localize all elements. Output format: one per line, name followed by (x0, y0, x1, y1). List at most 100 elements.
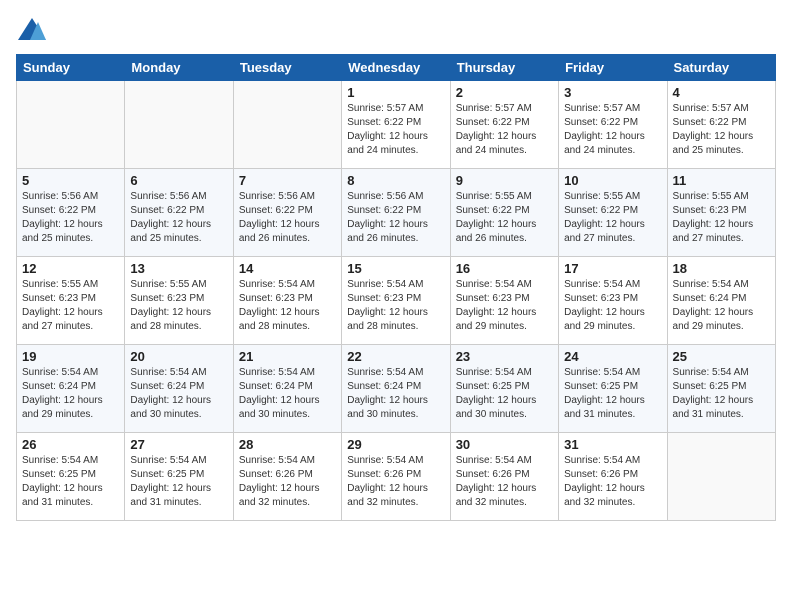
logo-icon (16, 16, 48, 44)
day-number: 10 (564, 173, 661, 188)
week-row-1: 5 Sunrise: 5:56 AM Sunset: 6:22 PM Daylig… (17, 169, 776, 257)
day-info: Sunrise: 5:54 AM Sunset: 6:25 PM Dayligh… (564, 366, 661, 422)
day-number: 25 (673, 349, 770, 364)
day-cell-10: 10 Sunrise: 5:55 AM Sunset: 6:22 PM Dayli… (559, 169, 667, 257)
day-info: Sunrise: 5:54 AM Sunset: 6:25 PM Dayligh… (22, 454, 119, 510)
weekday-header-thursday: Thursday (450, 55, 558, 81)
day-cell-12: 12Sunrise: 5:55 AM Sunset: 6:23 PM Dayli… (17, 257, 125, 345)
logo (16, 16, 52, 44)
day-number: 20 (130, 349, 227, 364)
day-number: 1 (347, 85, 444, 100)
day-number: 5 (22, 173, 119, 188)
day-cell-31: 31 Sunrise: 5:54 AM Sunset: 6:26 PM Dayli… (559, 433, 667, 521)
day-info: Sunrise: 5:54 AM Sunset: 6:23 PM Dayligh… (564, 278, 661, 334)
day-info: Sunrise: 5:54 AM Sunset: 6:23 PM Dayligh… (239, 278, 336, 334)
day-info: Sunrise: 5:54 AM Sunset: 6:25 PM Dayligh… (130, 454, 227, 510)
weekday-header-friday: Friday (559, 55, 667, 81)
day-cell-28: 28 Sunrise: 5:54 AM Sunset: 6:26 PM Dayli… (233, 433, 341, 521)
day-number: 30 (456, 437, 553, 452)
day-info: Sunrise: 5:56 AM Sunset: 6:22 PM Dayligh… (22, 190, 119, 246)
day-number: 27 (130, 437, 227, 452)
day-number: 13 (130, 261, 227, 276)
day-info: Sunrise: 5:54 AM Sunset: 6:25 PM Dayligh… (673, 366, 770, 422)
day-cell-24: 24Sunrise: 5:54 AM Sunset: 6:25 PM Dayli… (559, 345, 667, 433)
day-info: Sunrise: 5:54 AM Sunset: 6:24 PM Dayligh… (130, 366, 227, 422)
day-cell-16: 16 Sunrise: 5:54 AM Sunset: 6:23 PM Dayli… (450, 257, 558, 345)
empty-cell (233, 81, 341, 169)
empty-cell (17, 81, 125, 169)
day-info: Sunrise: 5:54 AM Sunset: 6:26 PM Dayligh… (564, 454, 661, 510)
day-number: 11 (673, 173, 770, 188)
week-row-4: 26 Sunrise: 5:54 AM Sunset: 6:25 PM Dayli… (17, 433, 776, 521)
day-number: 14 (239, 261, 336, 276)
day-cell-22: 22 Sunrise: 5:54 AM Sunset: 6:24 PM Dayli… (342, 345, 450, 433)
day-number: 6 (130, 173, 227, 188)
day-number: 18 (673, 261, 770, 276)
day-info: Sunrise: 5:54 AM Sunset: 6:24 PM Dayligh… (347, 366, 444, 422)
week-row-3: 19Sunrise: 5:54 AM Sunset: 6:24 PM Dayli… (17, 345, 776, 433)
day-info: Sunrise: 5:56 AM Sunset: 6:22 PM Dayligh… (347, 190, 444, 246)
day-info: Sunrise: 5:55 AM Sunset: 6:23 PM Dayligh… (673, 190, 770, 246)
day-cell-2: 2Sunrise: 5:57 AM Sunset: 6:22 PM Daylig… (450, 81, 558, 169)
day-info: Sunrise: 5:56 AM Sunset: 6:22 PM Dayligh… (239, 190, 336, 246)
day-cell-29: 29Sunrise: 5:54 AM Sunset: 6:26 PM Dayli… (342, 433, 450, 521)
day-cell-1: 1 Sunrise: 5:57 AM Sunset: 6:22 PM Daylig… (342, 81, 450, 169)
day-cell-15: 15 Sunrise: 5:54 AM Sunset: 6:23 PM Dayli… (342, 257, 450, 345)
day-info: Sunrise: 5:55 AM Sunset: 6:22 PM Dayligh… (564, 190, 661, 246)
day-number: 26 (22, 437, 119, 452)
weekday-header-row: SundayMondayTuesdayWednesdayThursdayFrid… (17, 55, 776, 81)
day-number: 9 (456, 173, 553, 188)
empty-cell (667, 433, 775, 521)
day-number: 23 (456, 349, 553, 364)
day-number: 3 (564, 85, 661, 100)
day-cell-25: 25 Sunrise: 5:54 AM Sunset: 6:25 PM Dayli… (667, 345, 775, 433)
weekday-header-wednesday: Wednesday (342, 55, 450, 81)
day-info: Sunrise: 5:54 AM Sunset: 6:26 PM Dayligh… (239, 454, 336, 510)
day-cell-8: 8 Sunrise: 5:56 AM Sunset: 6:22 PM Daylig… (342, 169, 450, 257)
day-number: 2 (456, 85, 553, 100)
day-info: Sunrise: 5:54 AM Sunset: 6:25 PM Dayligh… (456, 366, 553, 422)
day-cell-17: 17Sunrise: 5:54 AM Sunset: 6:23 PM Dayli… (559, 257, 667, 345)
weekday-header-sunday: Sunday (17, 55, 125, 81)
weekday-header-tuesday: Tuesday (233, 55, 341, 81)
calendar-body: 1 Sunrise: 5:57 AM Sunset: 6:22 PM Daylig… (17, 81, 776, 521)
day-info: Sunrise: 5:57 AM Sunset: 6:22 PM Dayligh… (673, 102, 770, 158)
day-number: 31 (564, 437, 661, 452)
weekday-header-monday: Monday (125, 55, 233, 81)
day-cell-11: 11 Sunrise: 5:55 AM Sunset: 6:23 PM Dayli… (667, 169, 775, 257)
day-info: Sunrise: 5:54 AM Sunset: 6:24 PM Dayligh… (239, 366, 336, 422)
day-cell-27: 27 Sunrise: 5:54 AM Sunset: 6:25 PM Dayli… (125, 433, 233, 521)
day-number: 28 (239, 437, 336, 452)
day-info: Sunrise: 5:54 AM Sunset: 6:24 PM Dayligh… (673, 278, 770, 334)
day-number: 16 (456, 261, 553, 276)
day-info: Sunrise: 5:54 AM Sunset: 6:26 PM Dayligh… (456, 454, 553, 510)
week-row-0: 1 Sunrise: 5:57 AM Sunset: 6:22 PM Daylig… (17, 81, 776, 169)
day-cell-18: 18 Sunrise: 5:54 AM Sunset: 6:24 PM Dayli… (667, 257, 775, 345)
day-cell-13: 13 Sunrise: 5:55 AM Sunset: 6:23 PM Dayli… (125, 257, 233, 345)
day-number: 29 (347, 437, 444, 452)
day-info: Sunrise: 5:57 AM Sunset: 6:22 PM Dayligh… (564, 102, 661, 158)
day-info: Sunrise: 5:54 AM Sunset: 6:23 PM Dayligh… (347, 278, 444, 334)
day-number: 15 (347, 261, 444, 276)
empty-cell (125, 81, 233, 169)
page-header (16, 16, 776, 44)
day-info: Sunrise: 5:54 AM Sunset: 6:24 PM Dayligh… (22, 366, 119, 422)
day-cell-9: 9Sunrise: 5:55 AM Sunset: 6:22 PM Daylig… (450, 169, 558, 257)
week-row-2: 12 Sunrise: 5:55 AM Sunset: 6:23 PM Dayli… (17, 257, 776, 345)
day-number: 12 (22, 261, 119, 276)
day-cell-19: 19Sunrise: 5:54 AM Sunset: 6:24 PM Dayli… (17, 345, 125, 433)
day-cell-5: 5 Sunrise: 5:56 AM Sunset: 6:22 PM Daylig… (17, 169, 125, 257)
day-info: Sunrise: 5:56 AM Sunset: 6:22 PM Dayligh… (130, 190, 227, 246)
day-cell-4: 4 Sunrise: 5:57 AM Sunset: 6:22 PM Daylig… (667, 81, 775, 169)
day-info: Sunrise: 5:54 AM Sunset: 6:23 PM Dayligh… (456, 278, 553, 334)
day-info: Sunrise: 5:55 AM Sunset: 6:23 PM Dayligh… (130, 278, 227, 334)
day-cell-7: 7Sunrise: 5:56 AM Sunset: 6:22 PM Daylig… (233, 169, 341, 257)
day-number: 21 (239, 349, 336, 364)
day-cell-23: 23 Sunrise: 5:54 AM Sunset: 6:25 PM Dayli… (450, 345, 558, 433)
day-cell-30: 30 Sunrise: 5:54 AM Sunset: 6:26 PM Dayli… (450, 433, 558, 521)
day-number: 8 (347, 173, 444, 188)
day-number: 4 (673, 85, 770, 100)
day-number: 22 (347, 349, 444, 364)
day-info: Sunrise: 5:57 AM Sunset: 6:22 PM Dayligh… (347, 102, 444, 158)
day-cell-26: 26 Sunrise: 5:54 AM Sunset: 6:25 PM Dayli… (17, 433, 125, 521)
